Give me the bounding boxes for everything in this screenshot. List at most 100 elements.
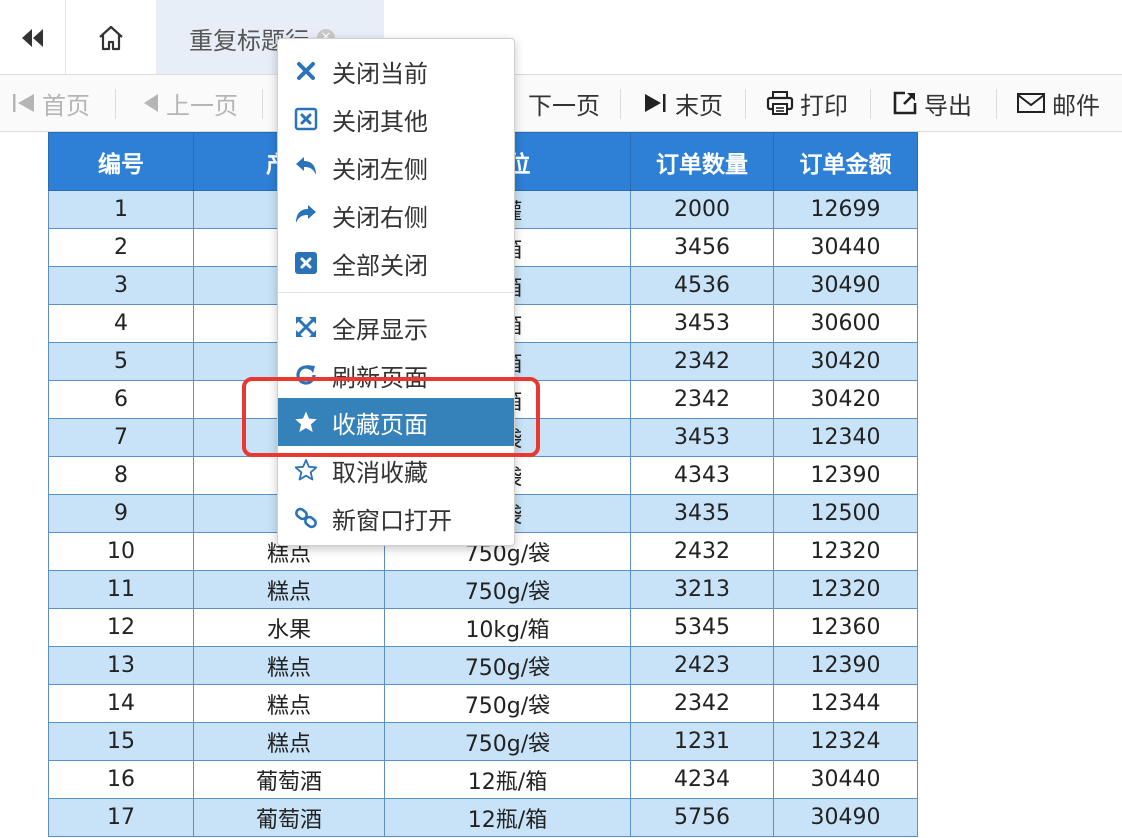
fullscreen-icon (292, 313, 320, 341)
first-page-icon (12, 92, 36, 114)
table-row: 13 糕点 750g/袋 2423 12390 (48, 646, 918, 685)
close-all-icon (292, 249, 320, 277)
header-id: 编号 (48, 132, 194, 191)
header-order-qty: 订单数量 (630, 132, 774, 191)
cell-product: 葡萄酒 (193, 798, 385, 837)
cell-id: 16 (48, 760, 194, 799)
next-page-button[interactable]: 下一页 (528, 75, 600, 131)
first-page-button[interactable]: 首页 (12, 75, 90, 131)
toolbar-divider (745, 89, 746, 119)
home-tab[interactable] (66, 0, 156, 76)
cell-id: 1 (48, 190, 194, 229)
cell-unit: 750g/袋 (384, 646, 631, 685)
menu-item-close-all[interactable]: 全部关闭 (278, 239, 514, 287)
cell-order-amount: 30420 (773, 380, 918, 419)
star-outline-icon (292, 456, 320, 484)
cell-id: 11 (48, 570, 194, 609)
cell-order-amount: 30600 (773, 304, 918, 343)
last-page-button[interactable]: 末页 (643, 75, 723, 131)
cell-order-amount: 12344 (773, 684, 918, 723)
tab-context-menu: 关闭当前 关闭其他 关闭左侧 关闭右侧 全部关闭 全屏显示 刷新页面 收藏页面 … (277, 38, 515, 546)
mail-label: 邮件 (1052, 91, 1100, 120)
printer-icon (766, 90, 794, 116)
cell-product: 糕点 (193, 684, 385, 723)
cell-order-qty: 4536 (630, 266, 774, 305)
cell-order-amount: 30420 (773, 342, 918, 381)
refresh-icon (292, 361, 320, 389)
menu-item-refresh[interactable]: 刷新页面 (278, 351, 514, 399)
star-filled-icon (292, 408, 320, 436)
cell-unit: 750g/袋 (384, 684, 631, 723)
cell-order-qty: 3456 (630, 228, 774, 267)
cell-order-amount: 12390 (773, 456, 918, 495)
cell-product: 水果 (193, 608, 385, 647)
menu-item-label: 关闭其他 (332, 107, 428, 136)
print-button[interactable]: 打印 (766, 75, 848, 131)
menu-item-close-left[interactable]: 关闭左侧 (278, 143, 514, 191)
cell-order-qty: 3453 (630, 304, 774, 343)
cell-unit: 10kg/箱 (384, 608, 631, 647)
menu-item-bookmark-page[interactable]: 收藏页面 (278, 398, 514, 446)
cell-id: 12 (48, 608, 194, 647)
menu-item-close-right[interactable]: 关闭右侧 (278, 191, 514, 239)
cell-order-amount: 12324 (773, 722, 918, 761)
cell-id: 17 (48, 798, 194, 837)
table-row: 17 葡萄酒 12瓶/箱 5756 30490 (48, 798, 918, 837)
cell-order-qty: 5345 (630, 608, 774, 647)
double-chevron-left-icon (21, 29, 43, 47)
toolbar-divider (996, 89, 997, 119)
menu-item-label: 全部关闭 (332, 251, 428, 280)
next-page-label: 下一页 (528, 91, 600, 120)
print-label: 打印 (800, 91, 848, 120)
cell-id: 8 (48, 456, 194, 495)
cell-order-qty: 5756 (630, 798, 774, 837)
mail-icon (1016, 92, 1046, 114)
table-row: 12 水果 10kg/箱 5345 12360 (48, 608, 918, 647)
cell-order-qty: 3213 (630, 570, 774, 609)
cell-order-amount: 12360 (773, 608, 918, 647)
last-page-icon (643, 92, 669, 114)
cell-unit: 12瓶/箱 (384, 760, 631, 799)
cell-order-qty: 4234 (630, 760, 774, 799)
cell-id: 3 (48, 266, 194, 305)
cell-product: 糕点 (193, 570, 385, 609)
prev-page-button[interactable]: 上一页 (142, 75, 238, 131)
cell-order-qty: 2342 (630, 380, 774, 419)
cell-id: 5 (48, 342, 194, 381)
menu-item-close-others[interactable]: 关闭其他 (278, 95, 514, 143)
menu-item-open-new-window[interactable]: 新窗口打开 (278, 494, 514, 542)
menu-item-close-current[interactable]: 关闭当前 (278, 47, 514, 95)
table-row: 11 糕点 750g/袋 3213 12320 (48, 570, 918, 609)
cell-order-qty: 2342 (630, 684, 774, 723)
toolbar-divider (870, 89, 871, 119)
menu-item-label: 收藏页面 (332, 410, 428, 439)
table-row: 16 葡萄酒 12瓶/箱 4234 30440 (48, 760, 918, 799)
menu-item-unbookmark[interactable]: 取消收藏 (278, 446, 514, 494)
menu-divider (278, 292, 514, 293)
cell-order-amount: 12500 (773, 494, 918, 533)
cell-order-amount: 12390 (773, 646, 918, 685)
cell-order-amount: 12320 (773, 532, 918, 571)
menu-item-label: 全屏显示 (332, 315, 428, 344)
menu-item-fullscreen[interactable]: 全屏显示 (278, 303, 514, 351)
export-button[interactable]: 导出 (892, 75, 972, 131)
cell-order-qty: 2432 (630, 532, 774, 571)
cell-order-qty: 2000 (630, 190, 774, 229)
cell-order-qty: 2423 (630, 646, 774, 685)
cell-product: 糕点 (193, 722, 385, 761)
cell-product: 糕点 (193, 646, 385, 685)
menu-item-label: 关闭当前 (332, 59, 428, 88)
menu-item-label: 刷新页面 (332, 363, 428, 392)
cell-order-qty: 1231 (630, 722, 774, 761)
last-page-label: 末页 (675, 91, 723, 120)
cell-order-amount: 12699 (773, 190, 918, 229)
export-icon (892, 90, 918, 116)
first-page-label: 首页 (42, 91, 90, 120)
header-order-amount: 订单金额 (773, 132, 918, 191)
cell-id: 2 (48, 228, 194, 267)
cell-order-amount: 30490 (773, 798, 918, 837)
collapse-tabs-button[interactable] (0, 0, 66, 76)
cell-product: 葡萄酒 (193, 760, 385, 799)
mail-button[interactable]: 邮件 (1016, 75, 1100, 131)
cell-order-amount: 12340 (773, 418, 918, 457)
